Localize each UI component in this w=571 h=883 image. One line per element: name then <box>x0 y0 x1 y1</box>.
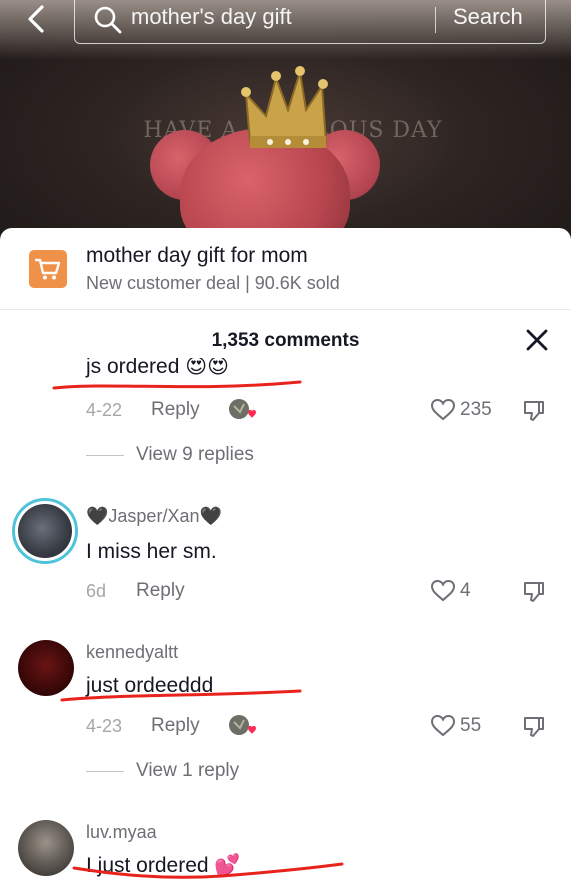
product-anchor[interactable]: mother day gift for mom New customer dea… <box>0 228 571 310</box>
search-query: mother's day gift <box>131 4 292 29</box>
creator-liked-icon <box>229 399 256 419</box>
dislike-icon[interactable] <box>522 399 546 423</box>
comment-date: 4-22 <box>86 400 123 420</box>
product-subtitle: New customer deal | 90.6K sold <box>86 273 340 293</box>
view-replies-label: View 9 replies <box>136 444 254 465</box>
comment-username[interactable]: luv.myaa <box>86 822 157 843</box>
like-button[interactable]: 4 <box>430 579 471 603</box>
annotation-underline <box>60 689 302 702</box>
like-count: 4 <box>460 580 471 601</box>
comments-header: 1,353 comments <box>0 310 571 356</box>
comment-date: 6d <box>86 581 107 601</box>
comment-text: I miss her sm. <box>86 540 217 563</box>
back-button[interactable] <box>20 2 52 36</box>
search-divider <box>435 7 436 33</box>
reply-button[interactable]: Reply <box>151 715 200 737</box>
annotation-underline <box>52 380 302 390</box>
product-icon-tile <box>29 250 67 288</box>
close-icon[interactable] <box>524 327 550 353</box>
search-button[interactable]: Search <box>453 4 523 30</box>
comment-username[interactable]: 🖤Jasper/Xan🖤 <box>86 506 222 527</box>
search-bar: mother's day gift Search <box>0 0 571 44</box>
heart-icon <box>430 714 456 737</box>
search-input[interactable]: mother's day gift Search <box>74 0 546 44</box>
shopping-cart-icon <box>35 258 61 280</box>
heart-icon <box>430 579 456 602</box>
view-replies-label: View 1 reply <box>136 760 240 781</box>
comments-list[interactable]: js ordered 😍😍 4-22 Reply 235 View 9 repl… <box>0 358 571 883</box>
annotation-underline <box>72 862 344 879</box>
product-title: mother day gift for mom <box>86 244 308 267</box>
comment-date: 4-23 <box>86 716 123 736</box>
like-button[interactable]: 235 <box>430 398 492 422</box>
replies-divider <box>86 770 124 772</box>
like-count: 55 <box>460 715 482 736</box>
avatar[interactable] <box>12 498 78 564</box>
crown-icon <box>241 66 328 148</box>
creator-liked-icon <box>229 715 256 735</box>
reply-button[interactable]: Reply <box>151 399 200 421</box>
comments-sheet: mother day gift for mom New customer dea… <box>0 228 571 883</box>
comment-username[interactable]: kennedyaltt <box>86 642 178 663</box>
heart-icon <box>430 398 456 421</box>
chevron-left-icon <box>28 5 44 33</box>
view-replies-button[interactable]: View 9 replies <box>86 444 254 466</box>
replies-divider <box>86 454 124 456</box>
comment-text: js ordered 😍😍 <box>86 358 230 378</box>
comments-count: 1,353 comments <box>211 330 360 351</box>
search-icon <box>94 6 122 34</box>
like-button[interactable]: 55 <box>430 714 481 738</box>
view-replies-button[interactable]: View 1 reply <box>86 760 239 782</box>
avatar[interactable] <box>18 820 74 876</box>
dislike-icon[interactable] <box>522 715 546 739</box>
reply-button[interactable]: Reply <box>136 580 185 602</box>
dislike-icon[interactable] <box>522 580 546 604</box>
like-count: 235 <box>460 399 492 420</box>
